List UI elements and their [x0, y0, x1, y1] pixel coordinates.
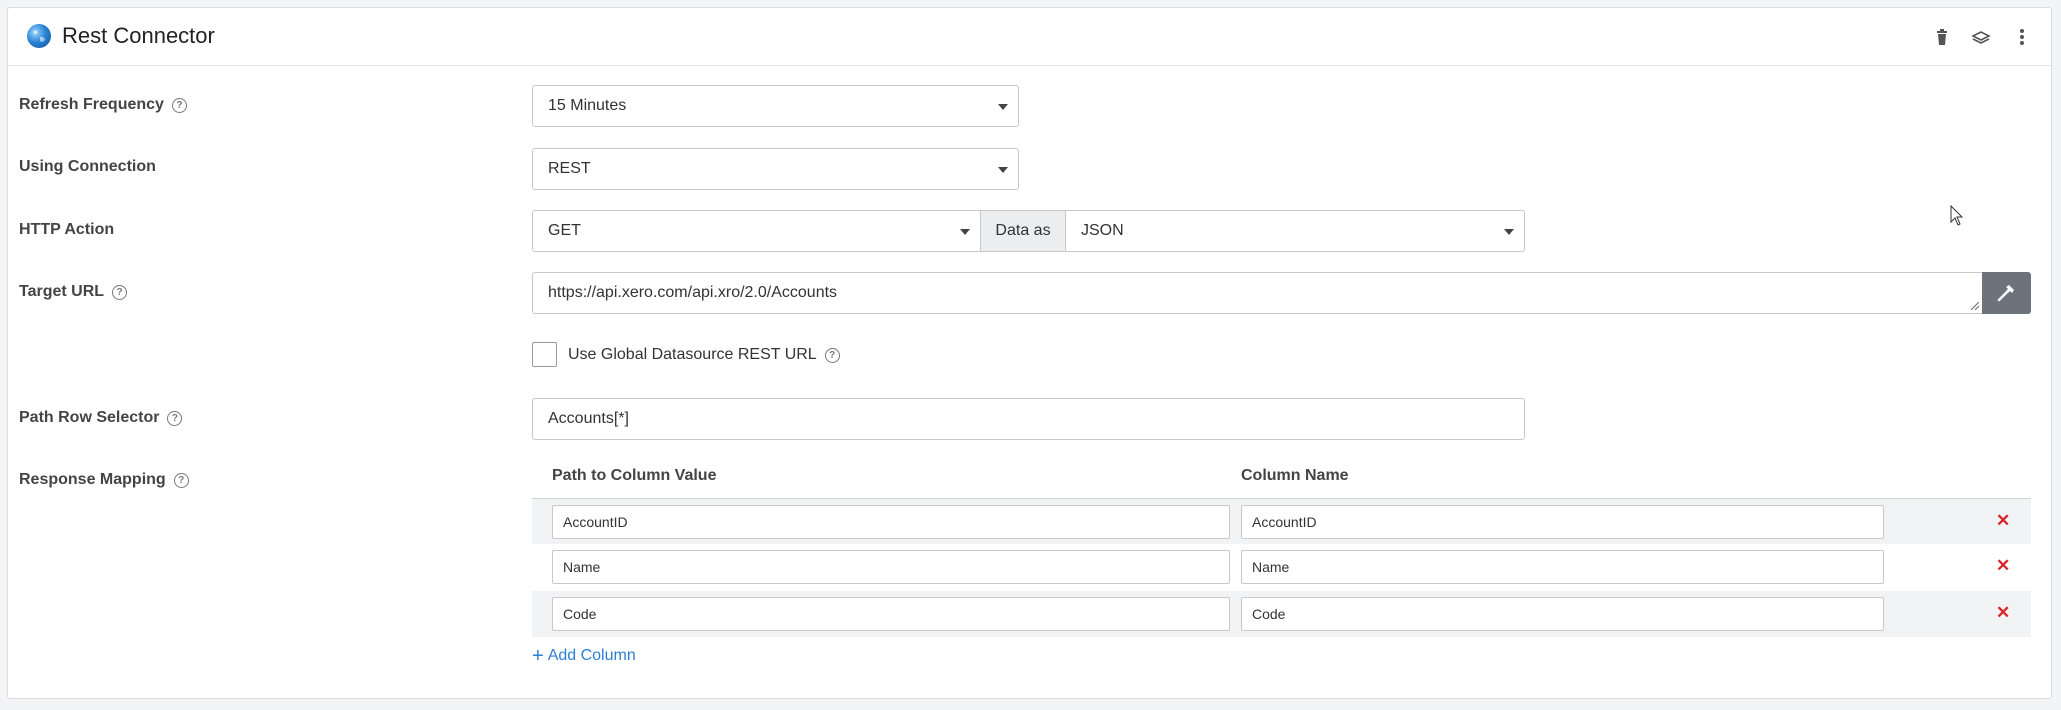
- wrench-icon: [1997, 285, 2014, 302]
- table-row: AccountID AccountID ✕: [532, 498, 2031, 544]
- path-row-selector-label: Path Row Selector ?: [19, 408, 183, 428]
- remove-row-icon[interactable]: ✕: [1996, 556, 2010, 576]
- globe-logo-icon: [27, 24, 51, 48]
- plus-icon: +: [532, 645, 544, 667]
- url-builder-button[interactable]: [1982, 272, 2031, 314]
- table-row: Name Name ✕: [532, 544, 2031, 590]
- chevron-down-icon: [998, 167, 1008, 173]
- chevron-down-icon: [960, 229, 970, 235]
- column-name-input[interactable]: Code: [1241, 597, 1884, 631]
- column-header-path: Path to Column Value: [552, 467, 717, 484]
- help-icon[interactable]: ?: [167, 410, 183, 426]
- panel-header: Rest Connector: [8, 8, 2051, 66]
- path-input[interactable]: AccountID: [552, 505, 1230, 539]
- refresh-frequency-label: Refresh Frequency ?: [19, 95, 187, 115]
- chevron-down-icon: [1504, 229, 1514, 235]
- column-header-name: Column Name: [1241, 467, 1349, 484]
- trash-icon[interactable]: [1931, 26, 1953, 48]
- column-name-input[interactable]: AccountID: [1241, 505, 1884, 539]
- column-name-input[interactable]: Name: [1241, 550, 1884, 584]
- use-global-label: Use Global Datasource REST URL ?: [568, 346, 840, 364]
- using-connection-label: Using Connection: [19, 158, 156, 175]
- target-url-label: Target URL ?: [19, 282, 128, 302]
- page-title: Rest Connector: [62, 23, 215, 48]
- help-icon[interactable]: ?: [173, 472, 189, 488]
- data-as-select[interactable]: JSON: [1065, 210, 1525, 252]
- more-vertical-icon[interactable]: [2011, 26, 2033, 48]
- http-action-select[interactable]: GET: [532, 210, 981, 252]
- help-icon[interactable]: ?: [824, 347, 840, 363]
- mouse-cursor-icon: [1950, 205, 1964, 226]
- path-row-selector-input[interactable]: Accounts[*]: [532, 398, 1525, 440]
- remove-row-icon[interactable]: ✕: [1996, 603, 2010, 623]
- refresh-frequency-select[interactable]: 15 Minutes: [532, 85, 1019, 127]
- help-icon[interactable]: ?: [171, 97, 187, 113]
- path-input[interactable]: Code: [552, 597, 1230, 631]
- resize-handle-icon[interactable]: [1971, 302, 1979, 310]
- using-connection-select[interactable]: REST: [532, 148, 1019, 190]
- chevron-down-icon: [998, 104, 1008, 110]
- data-as-addon: Data as: [980, 210, 1066, 252]
- remove-row-icon[interactable]: ✕: [1996, 511, 2010, 531]
- add-column-button[interactable]: + Add Column: [532, 645, 636, 667]
- target-url-input[interactable]: https://api.xero.com/api.xro/2.0/Account…: [532, 272, 1983, 314]
- help-icon[interactable]: ?: [112, 284, 128, 300]
- use-global-checkbox[interactable]: [532, 342, 557, 367]
- response-mapping-label: Response Mapping ?: [19, 470, 189, 490]
- table-row: Code Code ✕: [532, 591, 2031, 637]
- http-action-label: HTTP Action: [19, 221, 115, 238]
- layers-icon[interactable]: [1970, 26, 1992, 48]
- path-input[interactable]: Name: [552, 550, 1230, 584]
